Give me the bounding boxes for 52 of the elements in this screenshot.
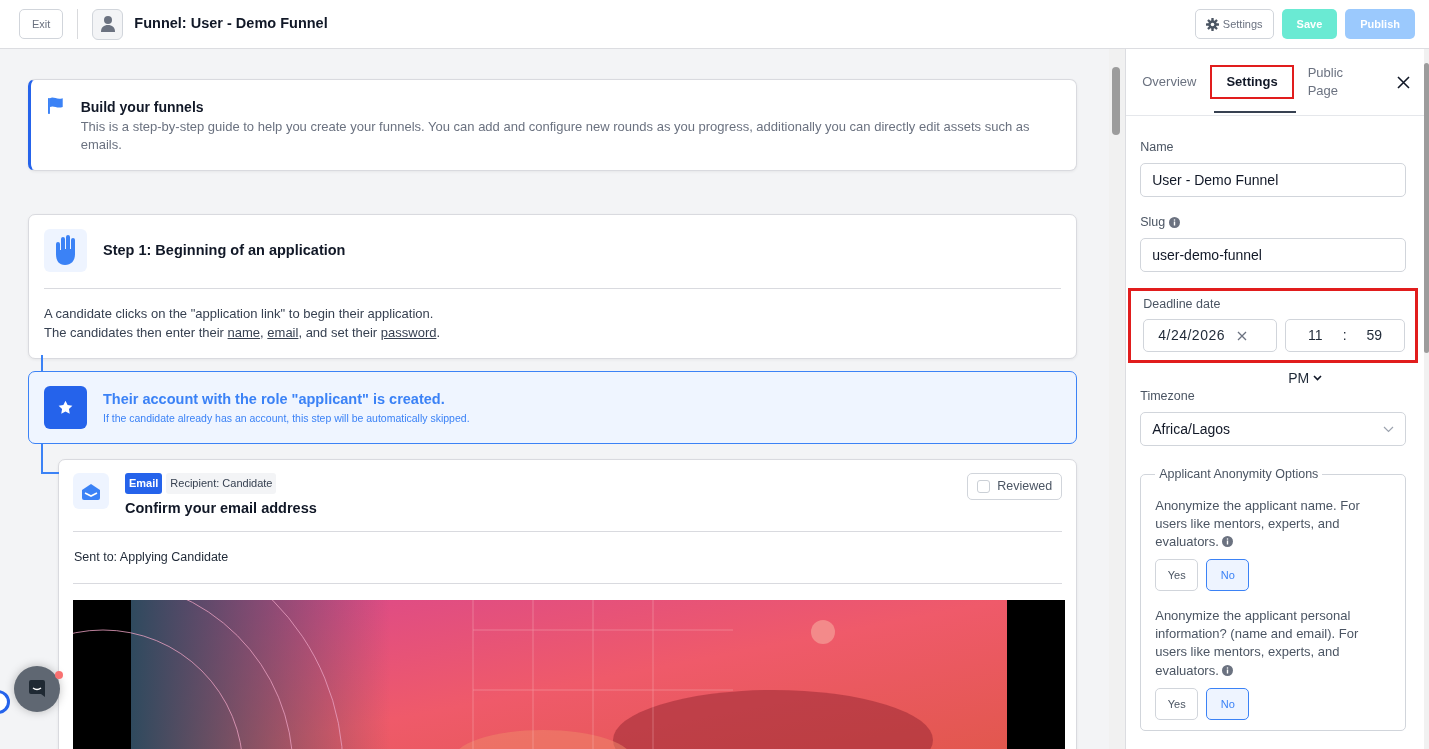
exit-button[interactable]: Exit [19, 8, 64, 40]
account-title: Their account with the role "applicant" is created. [103, 389, 446, 409]
account-note: If the candidate already has an account, this step will be automatically skipped. [103, 410, 470, 426]
info-icon [1169, 216, 1181, 228]
chevron-down-icon [1383, 425, 1394, 433]
step-description: A candidate clicks on the "application link" to begin their application. [44, 305, 435, 324]
step-description: The candidates then enter their name, email, and set their password. [44, 324, 442, 343]
page-title: Funnel: User - Demo Funnel [134, 14, 328, 34]
time-field[interactable]: 11 : 59 [1285, 319, 1405, 353]
chat-launcher-button[interactable] [14, 666, 60, 712]
step-title: Step 1: Beginning of an application [103, 241, 346, 260]
flag-icon [47, 97, 65, 114]
info-icon [1222, 664, 1234, 676]
timezone-select[interactable]: Africa/Lagos [1140, 412, 1406, 446]
settings-button[interactable]: Settings [1194, 9, 1274, 39]
field-label: Name [1140, 139, 1174, 156]
option-button[interactable]: No [1206, 559, 1250, 592]
scrollbar[interactable] [1109, 49, 1126, 749]
sent-to-text: Sent to: Applying Candidate [73, 549, 230, 567]
type-tag: Email [125, 473, 163, 494]
option-button[interactable]: Yes [1155, 559, 1199, 592]
field-label: Slug [1140, 213, 1166, 231]
name-field[interactable]: User - Demo Funnel [1140, 162, 1406, 197]
slug-field[interactable]: user-demo-funnel [1140, 237, 1406, 272]
clear-icon [1237, 330, 1247, 341]
group-legend: Applicant Anonymity Options [1155, 468, 1323, 481]
period-dropdown[interactable]: PM [1288, 367, 1323, 389]
avatar-icon [92, 8, 124, 40]
reviewed-checkbox[interactable]: Reviewed [967, 473, 1063, 501]
panel-tab[interactable]: Overview [1140, 67, 1211, 97]
hand-icon [44, 229, 87, 273]
question-text: Anonymize the applicant name. For users like mentors, experts, and evaluators. [1155, 496, 1361, 551]
panel-tab[interactable]: Public Page [1293, 58, 1358, 106]
chat-icon [27, 679, 47, 699]
recipient-tag: Recipient: Candidate [166, 473, 277, 494]
scrollbar[interactable] [1424, 49, 1429, 749]
info-icon [1222, 535, 1234, 547]
envelope-icon [73, 473, 109, 510]
date-field[interactable]: 4/24/2026 [1143, 319, 1278, 353]
gear-icon [1205, 17, 1219, 31]
question-text: Anonymize the applicant personal information? (name and email). For users like mentors, experts, and evaluators. [1155, 607, 1360, 680]
option-button[interactable]: Yes [1155, 687, 1199, 720]
field-label: Timezone [1140, 388, 1195, 406]
link[interactable]: name [227, 325, 261, 341]
close-button[interactable] [1397, 75, 1410, 89]
panel-tab[interactable]: Settings [1210, 65, 1294, 99]
option-button[interactable]: No [1206, 687, 1250, 720]
guide-title: Build your funnels [80, 98, 205, 117]
email-title: Confirm your email address [125, 498, 318, 518]
chevron-down-icon [1313, 375, 1323, 382]
field-label: Deadline date [1143, 295, 1221, 313]
guide-text: This is a step-by-step guide to help you create your funnels. You can add and configure new rounds as you progress, additionally you can directly edit assets such as emails. [80, 118, 1031, 155]
